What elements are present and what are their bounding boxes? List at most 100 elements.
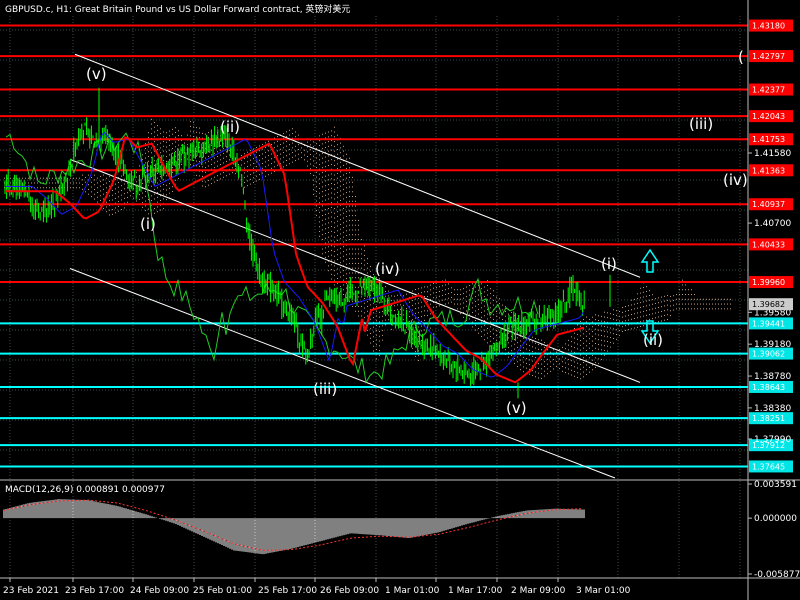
cloud-dot [379,326,380,328]
time-tick-label[interactable]: 25 Feb 01:00 [193,586,252,596]
cloud-dot [679,289,680,291]
cloud-dot [382,315,383,317]
cloud-dot [403,314,404,316]
cloud-dot [370,328,371,330]
cloud-dot [652,303,653,305]
level-value-1.38251[interactable]: 1.38251 [752,414,785,423]
cloud-dot [145,200,146,202]
cloud-dot [370,266,371,268]
current-price-value[interactable]: 1.39682 [752,300,785,309]
time-tick-label[interactable]: 1 Mar 17:00 [448,586,503,596]
time-tick-label[interactable]: 25 Feb 17:00 [258,586,317,596]
cloud-dot [352,205,353,207]
cloud-dot [328,212,329,214]
cloud-dot [91,191,92,193]
cloud-dot [631,304,632,306]
cloud-dot [520,345,521,347]
time-tick-label[interactable]: 24 Feb 09:00 [130,586,189,596]
cloud-dot [346,196,347,198]
level-value-1.41753[interactable]: 1.41753 [752,135,785,144]
cloud-dot [25,177,26,179]
level-value-1.40433[interactable]: 1.40433 [752,240,785,249]
cloud-dot [370,299,371,301]
level-value-1.40937[interactable]: 1.40937 [752,200,785,209]
cloud-dot [427,291,428,293]
cloud-dot [367,310,368,312]
cloud-dot [418,326,419,328]
cloud-dot [694,308,695,310]
level-value-1.42797[interactable]: 1.42797 [752,52,785,61]
cloud-dot [577,338,578,340]
cloud-dot [370,333,371,335]
cloud-dot [244,167,245,169]
cloud-dot [79,182,80,184]
cloud-dot [160,133,161,135]
cloud-dot [475,296,476,298]
cloud-dot [199,146,200,148]
cloud-dot [160,147,161,149]
chart-window[interactable]: 1.43180 1.42797 1.42377 1.42043 1.41753 1.413… [0,0,800,600]
cloud-dot [136,200,137,202]
cloud-dot [514,343,515,345]
cloud-dot [373,331,374,333]
cloud-dot [640,306,641,308]
level-value-1.39062[interactable]: 1.39062 [752,350,785,359]
cloud-dot [193,126,194,128]
cloud-dot [385,319,386,321]
cloud-dot [376,344,377,346]
cloud-dot [631,314,632,316]
cloud-dot [121,194,122,196]
cloud-dot [424,310,425,312]
cloud-dot [358,267,359,269]
level-value-1.39960[interactable]: 1.39960 [752,278,785,287]
cloud-dot [505,310,506,312]
level-value-1.39441[interactable]: 1.39441 [752,319,785,328]
cloud-dot [226,151,227,153]
time-tick-label[interactable]: 2 Mar 09:00 [511,586,566,596]
cloud-dot [178,144,179,146]
cloud-dot [280,148,281,150]
price-chart[interactable]: 1.43180 1.42797 1.42377 1.42043 1.41753 1.413… [0,0,800,600]
cloud-dot [100,176,101,178]
cloud-dot [340,161,341,163]
cloud-dot [316,147,317,149]
cloud-dot [415,317,416,319]
level-value-1.42043[interactable]: 1.42043 [752,112,785,121]
cloud-dot [166,160,167,162]
cloud-dot [334,164,335,166]
cloud-dot [103,193,104,195]
time-tick-label[interactable]: 3 Mar 01:00 [576,586,631,596]
level-value-1.41363[interactable]: 1.41363 [752,166,785,175]
cloud-dot [19,177,20,179]
level-value-1.37645[interactable]: 1.37645 [752,462,785,471]
time-tick-label[interactable]: 26 Feb 09:00 [320,586,379,596]
cloud-dot [148,208,149,210]
time-tick-label[interactable]: 23 Feb 17:00 [65,586,124,596]
level-value-1.42377[interactable]: 1.42377 [752,86,785,95]
cloud-dot [343,184,344,186]
cloud-dot [496,310,497,312]
cloud-dot [685,308,686,310]
cloud-dot [151,128,152,130]
cloud-dot [187,158,188,160]
cloud-dot [319,235,320,237]
cloud-dot [247,180,248,182]
cloud-dot [544,361,545,363]
cloud-dot [508,332,509,334]
cloud-dot [157,125,158,127]
cloud-dot [481,326,482,328]
time-tick-label[interactable]: 23 Feb 2021 [3,586,59,596]
level-value-1.43180[interactable]: 1.43180 [752,22,785,31]
cloud-dot [154,212,155,214]
cloud-dot [334,270,335,272]
level-value-1.38643[interactable]: 1.38643 [752,383,785,392]
cloud-dot [538,348,539,350]
time-tick-label[interactable]: 1 Mar 01:00 [385,586,440,596]
cloud-dot [586,359,587,361]
cloud-dot [325,247,326,249]
cloud-dot [586,354,587,356]
cloud-dot [331,183,332,185]
cloud-dot [493,290,494,292]
cloud-dot [286,145,287,147]
cloud-dot [328,193,329,195]
